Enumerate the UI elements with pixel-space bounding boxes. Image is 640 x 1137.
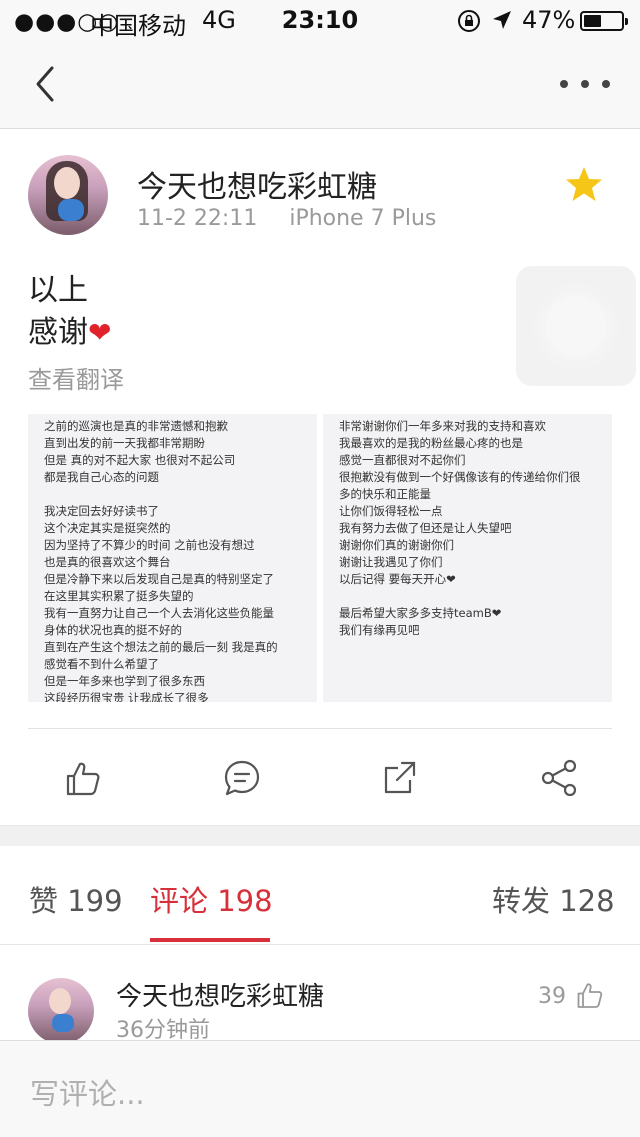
image-text-line: 我们有缘再见吧 [339,623,420,637]
image-text-line [44,486,313,503]
image-text-line: 最后希望大家多多支持teamB❤ [339,606,502,620]
post-device: iPhone 7 Plus [289,206,437,231]
image-text: 非常谢谢你们一年多来对我的支持和喜欢 我最喜欢的是我的粉丝最心疼的也是 感觉一直都很… [323,414,612,639]
image-text-line: 谢谢让我遇见了你们 [339,555,443,569]
image-text-line: 但是一年多来也学到了很多东西 [44,674,205,688]
image-text-line [339,588,608,605]
tab-comments[interactable]: 评论 198 [150,878,273,920]
comment-icon[interactable] [222,758,262,798]
image-text-line: 多的快乐和正能量 [339,487,431,501]
comment-item[interactable]: 今天也想吃彩虹糖 36分钟前 39 [0,966,640,1046]
translate-link[interactable]: 查看翻译 [28,360,124,395]
commenter-name[interactable]: 今天也想吃彩虹糖 [116,976,324,1013]
image-text-line: 以后记得 要每天开心❤ [339,572,456,586]
thumbs-up-icon[interactable] [574,980,604,1010]
image-text-line: 都是我自己心态的问题 [44,470,159,484]
chevron-left-icon[interactable] [30,62,60,106]
author-avatar[interactable] [28,155,108,235]
image-text: 之前的巡演也是真的非常遗憾和抱歉 直到出发的前一天我都非常期盼但是 真的对不起大家… [28,414,317,702]
post-body: 以上 感谢❤ [28,270,111,354]
author-name[interactable]: 今天也想吃彩虹糖 [137,162,377,206]
image-text-line: 我最喜欢的是我的粉丝最心疼的也是 [339,436,523,450]
tab-likes[interactable]: 赞 199 [29,878,123,920]
image-text-line: 我有一直努力让自己一个人去消化这些负能量 [44,606,274,620]
image-text-line: 也是真的很喜欢这个舞台 [44,555,171,569]
image-text-line: 我有努力去做了但还是让人失望吧 [339,521,512,535]
commenter-avatar[interactable] [28,978,94,1044]
image-text-line: 但是冷静下来以后发现自己是真的特别坚定了 [44,572,274,586]
post-image-left[interactable]: 之前的巡演也是真的非常遗憾和抱歉 直到出发的前一天我都非常期盼但是 真的对不起大家… [28,414,317,702]
image-text-line: 但是 真的对不起大家 也很对不起公司 [44,453,236,467]
image-text-line: 直到出发的前一天我都非常期盼 [44,436,205,450]
location-icon [493,11,511,29]
star-icon[interactable] [564,164,604,204]
status-bar: ●●●○○ 中国移动 4G 23:10 47% [0,0,640,40]
share-icon[interactable] [540,758,580,798]
image-text-line: 非常谢谢你们一年多来对我的支持和喜欢 [339,419,546,433]
battery-icon [580,11,628,31]
forward-icon[interactable] [380,758,420,798]
image-text-line: 感觉一直都很对不起你们 [339,453,466,467]
image-text-line: 直到在产生这个想法之前的最后一刻 我是真的 [44,640,278,654]
post-text-line: 感谢❤ [28,315,112,350]
active-tab-indicator [150,938,270,942]
image-text-line: 这段经历很宝贵 让我成长了很多 [44,691,209,702]
nav-bar [0,40,640,129]
post-time: 11-2 22:11 [137,206,258,231]
image-text-line: 我决定回去好好读书了 [44,504,159,518]
post-meta: 11-2 22:11 iPhone 7 Plus [137,206,436,231]
section-gap [0,825,640,846]
image-text-line: 之前的巡演也是真的非常遗憾和抱歉 [44,419,228,433]
comment-like-count: 39 [538,984,566,1009]
image-text-line: 因为坚持了不算少的时间 之前也没有想过 [44,538,255,552]
image-text-line: 感觉看不到什么希望了 [44,657,159,671]
heart-emoji: ❤ [88,316,112,349]
comment-compose-bar[interactable]: 写评论... [0,1040,640,1137]
post-images: 之前的巡演也是真的非常遗憾和抱歉 直到出发的前一天我都非常期盼但是 真的对不起大家… [28,414,612,702]
image-text-line: 这个决定其实是挺突然的 [44,521,171,535]
more-dots-icon[interactable] [560,76,610,92]
interaction-tabs: 赞 199 评论 198 转发 128 [0,846,640,945]
action-bar [0,750,640,810]
image-placeholder[interactable] [516,266,636,386]
thumbs-up-icon[interactable] [62,758,102,798]
divider [28,728,612,729]
compose-placeholder[interactable]: 写评论... [30,1071,145,1113]
image-text-line: 谢谢你们真的谢谢你们 [339,538,454,552]
tab-reposts[interactable]: 转发 128 [492,878,615,920]
battery-percent: 47% [522,6,576,34]
image-text-line: 身体的状况也真的挺不好的 [44,623,182,637]
image-text-line: 让你们饭得轻松一点 [339,504,443,518]
image-text-line: 很抱歉没有做到一个好偶像该有的传递给你们很 [339,470,581,484]
post-text-line: 以上 [28,273,88,308]
image-text-line: 在这里其实积累了挺多失望的 [44,589,194,603]
rotation-lock-icon [458,10,480,32]
post-image-right[interactable]: 非常谢谢你们一年多来对我的支持和喜欢 我最喜欢的是我的粉丝最心疼的也是 感觉一直都很… [323,414,612,702]
